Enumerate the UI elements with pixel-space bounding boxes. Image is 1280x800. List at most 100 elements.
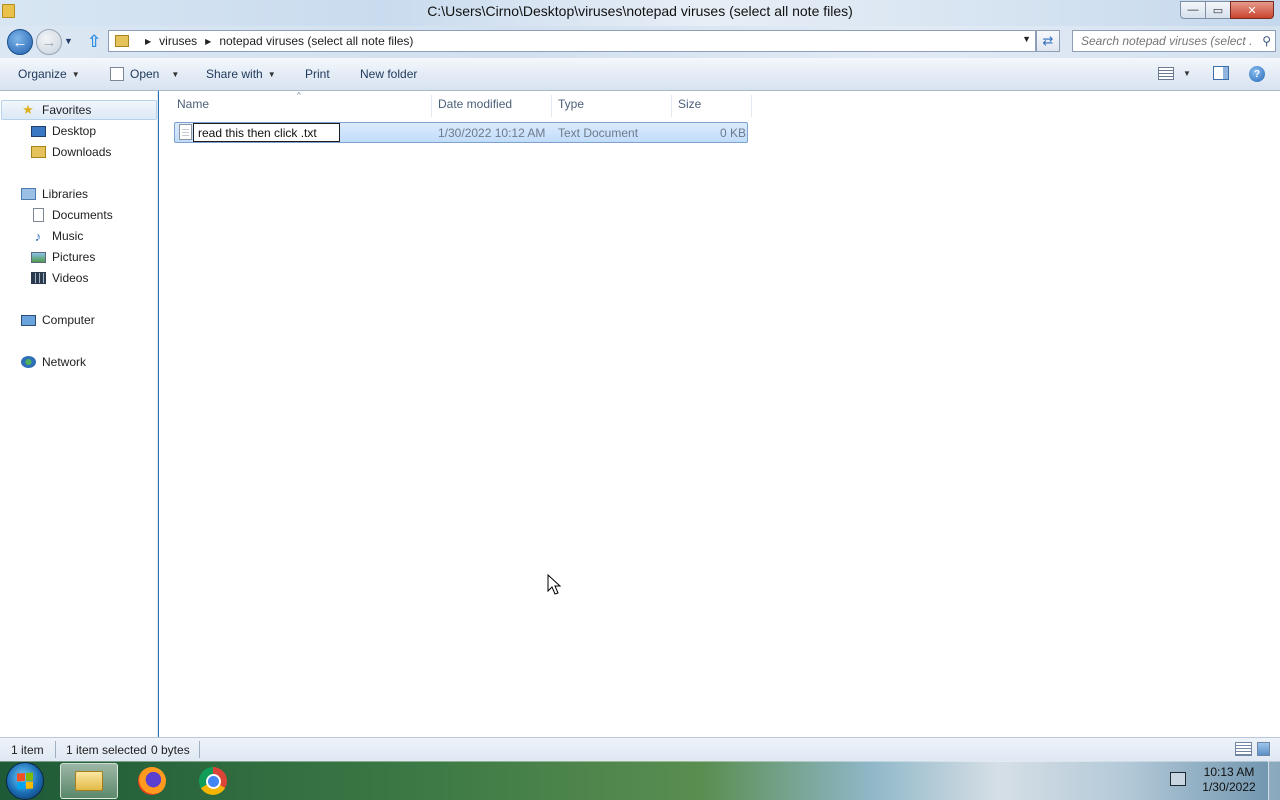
column-divider[interactable] bbox=[551, 95, 552, 117]
up-arrow-icon[interactable]: ⇧ bbox=[87, 32, 101, 52]
chevron-down-icon: ▼ bbox=[267, 69, 276, 79]
status-bytes: 0 bytes bbox=[151, 743, 190, 757]
computer-icon bbox=[20, 313, 36, 327]
share-with-label: Share with bbox=[206, 67, 263, 81]
search-icon[interactable]: ⚲ bbox=[1262, 34, 1271, 48]
clock-time: 10:13 AM bbox=[1203, 765, 1255, 779]
sort-ascending-icon: ^ bbox=[297, 91, 301, 100]
column-header-date-modified[interactable]: Date modified bbox=[438, 97, 512, 111]
address-dropdown-icon[interactable]: ▼ bbox=[1022, 34, 1031, 44]
details-view-icon[interactable] bbox=[1235, 742, 1252, 756]
nav-computer[interactable]: Computer bbox=[20, 313, 95, 327]
mouse-pointer-icon bbox=[547, 574, 562, 595]
status-divider bbox=[199, 741, 200, 758]
taskbar-clock[interactable]: 10:13 AM 1/30/2022 bbox=[1196, 765, 1262, 795]
column-divider[interactable] bbox=[671, 95, 672, 117]
share-with-button[interactable]: Share with ▼ bbox=[206, 67, 276, 81]
show-desktop-button[interactable] bbox=[1268, 761, 1280, 800]
breadcrumb-chevron-icon[interactable]: ▶ bbox=[145, 37, 151, 46]
network-tray-icon[interactable] bbox=[1170, 772, 1186, 786]
nav-network-label: Network bbox=[42, 355, 87, 369]
start-button[interactable] bbox=[6, 762, 44, 800]
open-button[interactable]: Open ▼ bbox=[110, 67, 179, 81]
taskbar-firefox-button[interactable] bbox=[132, 763, 172, 799]
libraries-icon bbox=[20, 187, 36, 201]
pictures-icon bbox=[30, 250, 46, 264]
nav-desktop[interactable]: Desktop bbox=[30, 124, 96, 138]
maximize-button[interactable]: ▭ bbox=[1205, 1, 1231, 19]
address-bar[interactable]: ▶ viruses ▶ notepad viruses (select all … bbox=[108, 30, 1036, 52]
organize-label: Organize bbox=[18, 67, 67, 81]
command-bar: Organize ▼ Open ▼ Share with ▼ Print New fo… bbox=[0, 58, 1280, 91]
search-input[interactable] bbox=[1073, 31, 1251, 51]
back-button[interactable]: ← bbox=[7, 29, 33, 55]
file-list-pane[interactable]: ^ Name Date modified Type Size bbox=[159, 91, 1280, 737]
column-header-type[interactable]: Type bbox=[558, 97, 584, 111]
file-size: 0 KB bbox=[720, 126, 747, 140]
nav-videos[interactable]: Videos bbox=[30, 271, 88, 285]
column-header-name[interactable]: Name bbox=[177, 97, 209, 111]
nav-network[interactable]: Network bbox=[20, 355, 86, 369]
open-label: Open bbox=[130, 67, 160, 81]
filename-input[interactable] bbox=[194, 124, 339, 141]
nav-documents[interactable]: Documents bbox=[30, 208, 113, 222]
status-bar: 1 item 1 item selected 0 bytes bbox=[0, 737, 1280, 761]
documents-icon bbox=[30, 208, 46, 222]
forward-button[interactable]: → bbox=[36, 29, 62, 55]
search-box[interactable]: ⚲ bbox=[1072, 30, 1276, 52]
recent-pages-dropdown-icon[interactable]: ▼ bbox=[64, 36, 73, 46]
minimize-button[interactable]: — bbox=[1180, 1, 1206, 19]
desktop-icon bbox=[30, 124, 46, 138]
nav-downloads-label: Downloads bbox=[52, 145, 112, 159]
breadcrumb-item[interactable]: notepad viruses (select all note files) bbox=[219, 34, 413, 48]
nav-pictures[interactable]: Pictures bbox=[30, 250, 95, 264]
videos-icon bbox=[30, 271, 46, 285]
downloads-icon bbox=[30, 145, 46, 159]
breadcrumb-item[interactable]: viruses bbox=[159, 34, 197, 48]
change-view-icon[interactable] bbox=[1158, 67, 1174, 80]
chevron-down-icon: ▼ bbox=[71, 69, 80, 79]
rename-field[interactable] bbox=[193, 123, 340, 142]
nav-downloads[interactable]: Downloads bbox=[30, 145, 111, 159]
nav-libraries[interactable]: Libraries bbox=[20, 187, 88, 201]
column-header-size[interactable]: Size bbox=[678, 97, 701, 111]
chevron-down-icon: ▼ bbox=[171, 69, 180, 79]
taskbar: 10:13 AM 1/30/2022 bbox=[0, 761, 1280, 800]
windows-logo-icon bbox=[17, 772, 33, 790]
column-divider[interactable] bbox=[751, 95, 752, 117]
notepad-icon bbox=[110, 67, 124, 81]
close-button[interactable]: ✕ bbox=[1230, 1, 1274, 19]
column-divider[interactable] bbox=[431, 95, 432, 117]
nav-libraries-label: Libraries bbox=[42, 187, 89, 201]
nav-videos-label: Videos bbox=[52, 271, 89, 285]
refresh-button[interactable]: ⇄ bbox=[1036, 30, 1060, 52]
clock-date: 1/30/2022 bbox=[1202, 780, 1256, 794]
refresh-icon: ⇄ bbox=[1042, 33, 1054, 48]
text-file-icon bbox=[179, 124, 192, 140]
windows-explorer-icon bbox=[75, 771, 103, 791]
network-icon bbox=[20, 355, 36, 369]
title-bar: C:\Users\Cirno\Desktop\viruses\notepad v… bbox=[0, 0, 1280, 26]
file-date-modified: 1/30/2022 10:12 AM bbox=[438, 126, 546, 140]
firefox-icon bbox=[138, 767, 166, 795]
star-icon: ★ bbox=[22, 102, 34, 117]
taskbar-chrome-button[interactable] bbox=[193, 763, 233, 799]
nav-music-label: Music bbox=[52, 229, 84, 243]
window-controls: — ▭ ✕ bbox=[1180, 1, 1274, 19]
print-button[interactable]: Print bbox=[305, 67, 330, 81]
new-folder-button[interactable]: New folder bbox=[360, 67, 417, 81]
large-icons-view-icon[interactable] bbox=[1257, 742, 1270, 756]
organize-button[interactable]: Organize ▼ bbox=[18, 67, 80, 81]
nav-desktop-label: Desktop bbox=[52, 124, 97, 138]
taskbar-explorer-button[interactable] bbox=[60, 763, 118, 799]
status-selection: 1 item selected bbox=[66, 743, 147, 757]
help-icon[interactable]: ? bbox=[1249, 66, 1265, 82]
preview-pane-icon[interactable] bbox=[1213, 66, 1229, 80]
nav-documents-label: Documents bbox=[52, 208, 113, 222]
nav-favorites[interactable]: ★ Favorites bbox=[20, 102, 92, 117]
breadcrumb-chevron-icon[interactable]: ▶ bbox=[205, 37, 211, 46]
music-icon: ♪ bbox=[34, 228, 42, 244]
view-dropdown-icon[interactable]: ▼ bbox=[1183, 69, 1191, 78]
nav-music[interactable]: ♪ Music bbox=[30, 228, 84, 244]
nav-favorites-label: Favorites bbox=[42, 103, 92, 117]
